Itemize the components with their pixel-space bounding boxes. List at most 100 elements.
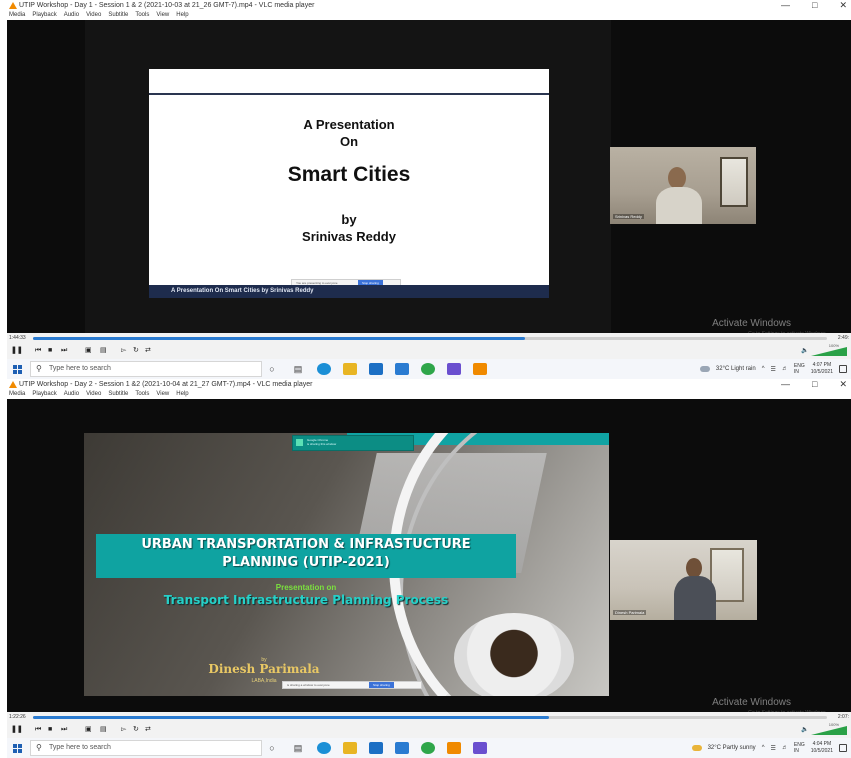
seek-slider[interactable] [33,337,827,340]
chrome-icon[interactable] [421,363,435,375]
weather-text[interactable]: 32°C Partly sunny [708,745,756,751]
menu-media[interactable]: Media [9,11,25,20]
slide-subtitle: Transport Infrastructure Planning Proces… [163,593,449,607]
menu-tools[interactable]: Tools [135,390,149,399]
menu-audio[interactable]: Audio [64,11,79,20]
stop-sharing-button[interactable]: Stop sharing [369,682,394,688]
play-pause-icon[interactable]: ❚❚ [11,725,23,734]
windows-start-icon[interactable] [13,365,22,374]
taskbar-clock[interactable]: 4:07 PM 10/5/2021 [811,362,833,376]
teams-icon[interactable] [473,742,487,754]
menu-view[interactable]: View [156,11,169,20]
sound-icon[interactable]: ♬ [782,745,788,751]
time-elapsed: 1:44:33 [9,335,26,341]
vlc-window-day1: UTIP Workshop - Day 1 - Session 1 & 2 (2… [7,0,851,379]
task-view-icon[interactable]: ▤ [291,363,305,375]
store-icon[interactable] [369,363,383,375]
edge-icon[interactable] [317,363,331,375]
video-area[interactable]: Google Chrome is sharing this window URB… [7,399,851,716]
previous-icon[interactable]: ⏮ [35,725,41,734]
stop-icon[interactable]: ■ [48,346,52,355]
playback-controls: ❚❚ ⏮ ■ ⏭ ▣ ▤ ▻ ↻ ⇄ 🔈 100% [7,722,851,738]
mail-icon[interactable] [395,742,409,754]
taskbar: ⚲ Type here to search ○ ▤ 32°C Partly su… [7,738,851,758]
activate-windows-watermark: Activate Windows [712,318,791,329]
playlist-icon[interactable]: ▤ [100,725,107,734]
maximize-button[interactable]: □ [812,379,817,390]
menu-audio[interactable]: Audio [64,390,79,399]
chrome-icon[interactable] [421,742,435,754]
close-button[interactable]: ✕ [839,379,847,390]
close-button[interactable]: ✕ [839,0,847,11]
camera-name-tag: Srinivas Reddy [613,214,644,219]
minimize-button[interactable]: — [781,0,790,11]
volume-slider[interactable]: 🔈 100% [801,722,847,735]
speaker-icon[interactable]: 🔈 [801,347,808,354]
chrome-sharing-banner: Google Chrome is sharing this window [292,435,414,451]
menu-view[interactable]: View [156,390,169,399]
file-explorer-icon[interactable] [343,363,357,375]
share-sub: is sharing this window [307,442,337,446]
taskbar-search[interactable]: ⚲ Type here to search [30,740,262,756]
playlist-icon[interactable]: ▤ [100,346,107,355]
cortana-icon[interactable]: ○ [265,742,279,754]
weather-icon[interactable] [691,745,702,751]
menu-video[interactable]: Video [86,11,101,20]
teams-icon[interactable] [447,363,461,375]
notification-icon[interactable] [839,744,847,752]
window-title: UTIP Workshop - Day 1 - Session 1 & 2 (2… [19,2,315,9]
network-icon[interactable]: ☰ [771,745,776,752]
language-indicator[interactable]: ENG IN [794,742,805,754]
maximize-button[interactable]: □ [812,0,817,11]
taskbar-clock[interactable]: 4:04 PM 10/5/2021 [811,741,833,755]
file-explorer-icon[interactable] [343,742,357,754]
next-icon[interactable]: ⏭ [61,346,67,355]
loop-icon[interactable]: ↻ [133,725,139,734]
fullscreen-icon[interactable]: ▣ [85,346,92,355]
clock-date: 10/5/2021 [810,369,833,375]
network-icon[interactable]: ☰ [771,366,776,373]
play-pause-icon[interactable]: ❚❚ [11,346,23,355]
tray-chevron-icon[interactable]: ^ [762,745,765,751]
next-icon[interactable]: ⏭ [61,725,67,734]
menu-video[interactable]: Video [86,390,101,399]
menu-subtitle[interactable]: Subtitle [108,390,128,399]
menu-bar: Media Playback Audio Video Subtitle Tool… [7,11,851,20]
menu-media[interactable]: Media [9,390,25,399]
frame-step-icon[interactable]: ▻ [121,346,126,355]
stop-icon[interactable]: ■ [48,725,52,734]
frame-step-icon[interactable]: ▻ [121,725,126,734]
vlc-taskbar-icon[interactable] [447,742,461,754]
menu-playback[interactable]: Playback [32,11,56,20]
minimize-button[interactable]: — [781,379,790,390]
shuffle-icon[interactable]: ⇄ [145,346,151,355]
menu-help[interactable]: Help [176,390,188,399]
store-icon[interactable] [369,742,383,754]
language-indicator[interactable]: ENG IN [794,363,805,375]
mail-icon[interactable] [395,363,409,375]
previous-icon[interactable]: ⏮ [35,346,41,355]
seek-slider[interactable] [33,716,827,719]
volume-slider[interactable]: 🔈 100% [801,343,847,356]
taskbar-search[interactable]: ⚲ Type here to search [30,361,262,377]
menu-playback[interactable]: Playback [32,390,56,399]
sound-icon[interactable]: ♬ [782,366,788,372]
speaker-icon[interactable]: 🔈 [801,726,808,733]
loop-icon[interactable]: ↻ [133,346,139,355]
weather-text[interactable]: 32°C Light rain [716,366,756,372]
menu-tools[interactable]: Tools [135,11,149,20]
fullscreen-icon[interactable]: ▣ [85,725,92,734]
task-view-icon[interactable]: ▤ [291,742,305,754]
windows-start-icon[interactable] [13,744,22,753]
notification-icon[interactable] [839,365,847,373]
shuffle-icon[interactable]: ⇄ [145,725,151,734]
edge-icon[interactable] [317,742,331,754]
tray-chevron-icon[interactable]: ^ [762,366,765,372]
cortana-icon[interactable]: ○ [265,363,279,375]
volume-percent: 100% [828,722,839,727]
video-area[interactable]: A Presentation On Smart Cities by Sriniv… [7,20,851,337]
menu-subtitle[interactable]: Subtitle [108,11,128,20]
menu-help[interactable]: Help [176,11,188,20]
vlc-taskbar-icon[interactable] [473,363,487,375]
weather-icon[interactable] [699,366,710,372]
